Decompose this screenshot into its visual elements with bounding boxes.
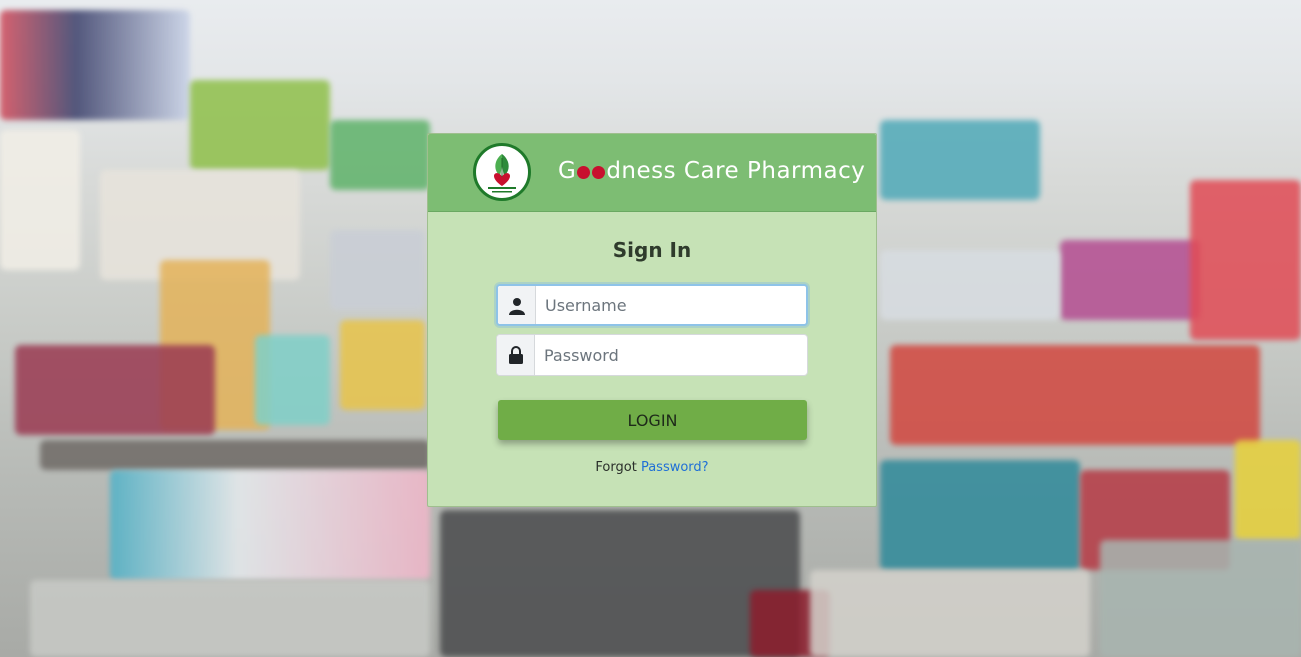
- password-input-group: [496, 334, 808, 376]
- login-card: Goodness Care Pharmacy Sign In LOGIN For…: [427, 133, 877, 507]
- pharmacy-logo: [473, 143, 531, 201]
- forgot-prefix: Forgot: [595, 460, 637, 475]
- brand-dot-letter: o: [577, 166, 591, 179]
- forgot-password-link[interactable]: Password?: [641, 460, 709, 475]
- leaf-heart-logo-icon: [488, 154, 516, 193]
- lock-icon: [509, 346, 523, 364]
- card-header: Goodness Care Pharmacy: [428, 134, 876, 212]
- brand-dot-letter: o: [592, 166, 606, 179]
- user-icon: [509, 298, 525, 315]
- username-addon: [498, 286, 536, 324]
- password-input[interactable]: [536, 335, 807, 375]
- brand-name: Goodness Care Pharmacy: [558, 158, 865, 184]
- password-addon: [497, 335, 535, 375]
- forgot-password-line: Forgot Password?: [428, 460, 876, 475]
- brand-text: Goodness Care Pharmacy: [558, 158, 866, 184]
- sign-in-title: Sign In: [612, 238, 692, 262]
- username-input[interactable]: [537, 286, 806, 324]
- login-button[interactable]: LOGIN: [498, 400, 807, 440]
- username-input-group: [496, 284, 808, 326]
